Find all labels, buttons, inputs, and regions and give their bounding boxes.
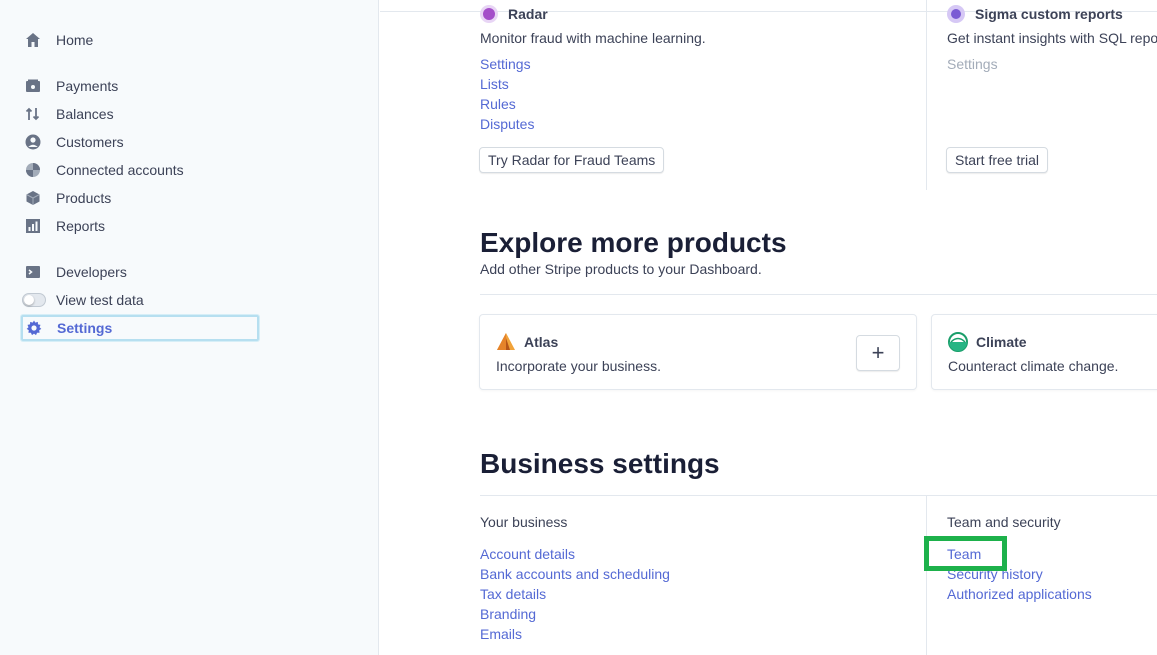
sidebar-item-label: Reports — [56, 218, 106, 234]
radar-disputes-link[interactable]: Disputes — [480, 114, 534, 134]
radar-description: Monitor fraud with machine learning. — [480, 30, 706, 46]
payments-icon — [24, 77, 42, 95]
customers-icon — [24, 133, 42, 151]
sigma-settings-link[interactable]: Settings — [947, 54, 998, 74]
atlas-icon — [496, 332, 516, 352]
your-business-links: Account details Bank accounts and schedu… — [480, 544, 670, 644]
sidebar-item-label: Developers — [56, 264, 127, 280]
climate-description: Counteract climate change. — [948, 358, 1119, 374]
radar-rules-link[interactable]: Rules — [480, 94, 534, 114]
radar-lists-link[interactable]: Lists — [480, 74, 534, 94]
sidebar-item-label: Connected accounts — [56, 162, 184, 178]
authorized-applications-link[interactable]: Authorized applications — [947, 584, 1092, 604]
start-free-trial-button[interactable]: Start free trial — [946, 147, 1049, 173]
sigma-name: Sigma custom reports — [975, 6, 1123, 22]
sidebar-item-connected-accounts[interactable]: Connected accounts — [22, 158, 184, 182]
sidebar: Home Payments Balances Customers Connect… — [0, 0, 379, 655]
radar-icon — [480, 5, 498, 23]
climate-name: Climate — [976, 334, 1027, 350]
radar-settings-link[interactable]: Settings — [480, 54, 534, 74]
radar-section: Radar — [480, 2, 548, 26]
atlas-card-title: Atlas — [496, 332, 558, 352]
reports-icon — [24, 217, 42, 235]
sidebar-item-home[interactable]: Home — [22, 28, 93, 52]
sidebar-item-reports[interactable]: Reports — [22, 214, 105, 238]
sidebar-item-label: Products — [56, 190, 112, 206]
sidebar-item-label: Payments — [56, 78, 119, 94]
climate-card[interactable]: Climate Counteract climate change. — [931, 314, 1157, 390]
main-content: Radar Monitor fraud with machine learnin… — [380, 0, 1157, 655]
sidebar-item-settings[interactable]: Settings — [21, 315, 259, 341]
home-icon — [24, 31, 42, 49]
sigma-section: Sigma custom reports — [947, 2, 1123, 26]
atlas-card[interactable]: Atlas Incorporate your business. + — [479, 314, 917, 390]
account-details-link[interactable]: Account details — [480, 544, 670, 564]
team-link[interactable]: Team — [947, 544, 1092, 564]
business-settings-title: Business settings — [480, 448, 720, 479]
climate-icon — [948, 332, 968, 352]
sidebar-item-label: Home — [56, 32, 94, 48]
sigma-description: Get instant insights with SQL repo — [947, 30, 1157, 46]
sigma-icon — [947, 5, 965, 23]
sigma-header: Sigma custom reports — [947, 2, 1123, 26]
radar-links: Settings Lists Rules Disputes — [480, 54, 534, 134]
gear-icon — [25, 319, 43, 337]
explore-title: Explore more products — [480, 227, 787, 258]
column-divider — [926, 0, 927, 190]
radar-name: Radar — [508, 6, 548, 22]
sigma-links: Settings — [947, 54, 998, 74]
sidebar-item-developers[interactable]: Developers — [22, 260, 127, 284]
try-radar-button[interactable]: Try Radar for Fraud Teams — [479, 147, 665, 173]
sidebar-item-label: Settings — [57, 320, 113, 336]
sidebar-item-balances[interactable]: Balances — [22, 102, 114, 126]
tax-details-link[interactable]: Tax details — [480, 584, 670, 604]
products-icon — [24, 189, 42, 207]
bank-accounts-link[interactable]: Bank accounts and scheduling — [480, 564, 670, 584]
atlas-description: Incorporate your business. — [496, 358, 661, 374]
emails-link[interactable]: Emails — [480, 624, 670, 644]
test-data-toggle[interactable] — [22, 293, 46, 307]
team-security-label: Team and security — [947, 514, 1061, 530]
explore-divider — [480, 294, 1157, 295]
connected-accounts-icon — [24, 161, 42, 179]
sidebar-item-customers[interactable]: Customers — [22, 130, 124, 154]
sidebar-item-products[interactable]: Products — [22, 186, 111, 210]
branding-link[interactable]: Branding — [480, 604, 670, 624]
sidebar-item-label: View test data — [56, 292, 144, 308]
atlas-name: Atlas — [524, 334, 559, 350]
team-security-links: Team Security history Authorized applica… — [947, 544, 1092, 604]
explore-subtitle: Add other Stripe products to your Dashbo… — [480, 261, 762, 277]
balances-icon — [24, 105, 42, 123]
sidebar-item-view-test-data[interactable]: View test data — [22, 288, 144, 312]
your-business-label: Your business — [480, 514, 568, 530]
business-divider — [480, 495, 1157, 496]
add-atlas-button[interactable]: + — [856, 335, 900, 371]
sidebar-item-label: Customers — [56, 134, 124, 150]
business-column-divider — [926, 496, 927, 655]
climate-card-title: Climate — [948, 332, 1027, 352]
sidebar-item-payments[interactable]: Payments — [22, 74, 118, 98]
radar-header: Radar — [480, 2, 548, 26]
security-history-link[interactable]: Security history — [947, 564, 1092, 584]
sidebar-item-label: Balances — [56, 106, 114, 122]
terminal-icon — [24, 263, 42, 281]
